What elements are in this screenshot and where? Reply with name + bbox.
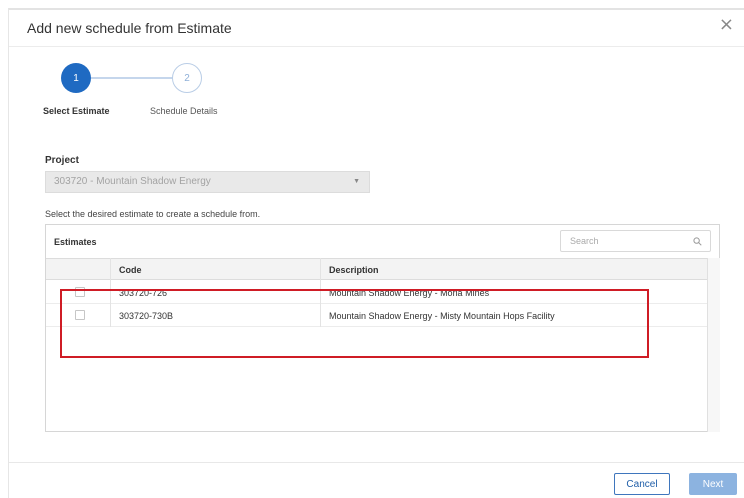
row-code: 303720-730B [119,311,174,321]
table-row[interactable]: 303720-730B Mountain Shadow Energy - Mis… [46,304,707,327]
estimates-grid: Estimates Code Description 303720-726 Mo… [45,224,720,432]
column-header-code[interactable]: Code [119,265,142,275]
project-select-value: 303720 - Mountain Shadow Energy [54,176,211,187]
next-button[interactable]: Next [689,473,737,495]
close-icon[interactable]: × [719,16,734,34]
column-header-description[interactable]: Description [329,265,379,275]
cancel-button[interactable]: Cancel [614,473,670,495]
table-row[interactable]: 303720-726 Mountain Shadow Energy - Mori… [46,281,707,304]
project-select[interactable]: 303720 - Mountain Shadow Energy ▼ [45,171,370,193]
step-1-circle: 1 [61,63,91,93]
step-1-label: Select Estimate [43,106,110,116]
header-divider [9,46,744,47]
dialog-title: Add new schedule from Estimate [27,20,232,36]
column-divider [110,258,111,327]
add-schedule-dialog: Add new schedule from Estimate × 1 2 Sel… [8,8,744,498]
step-2-label: Schedule Details [150,106,218,116]
search-box [560,230,711,252]
chevron-down-icon: ▼ [353,178,360,185]
column-divider [320,258,321,327]
row-code: 303720-726 [119,288,168,298]
step-2-circle: 2 [172,63,202,93]
footer-divider [9,462,744,463]
grid-scrollbar[interactable] [707,258,720,432]
estimates-grid-title: Estimates [54,237,97,247]
row-description: Mountain Shadow Energy - Moria Mines [329,288,490,298]
row-checkbox[interactable] [75,287,85,297]
instruction-text: Select the desired estimate to create a … [45,209,261,219]
search-input[interactable] [561,231,681,251]
row-description: Mountain Shadow Energy - Misty Mountain … [329,311,555,321]
project-label: Project [45,155,79,166]
search-icon[interactable] [693,237,702,246]
stepper-connector [91,77,173,79]
row-checkbox[interactable] [75,310,85,320]
